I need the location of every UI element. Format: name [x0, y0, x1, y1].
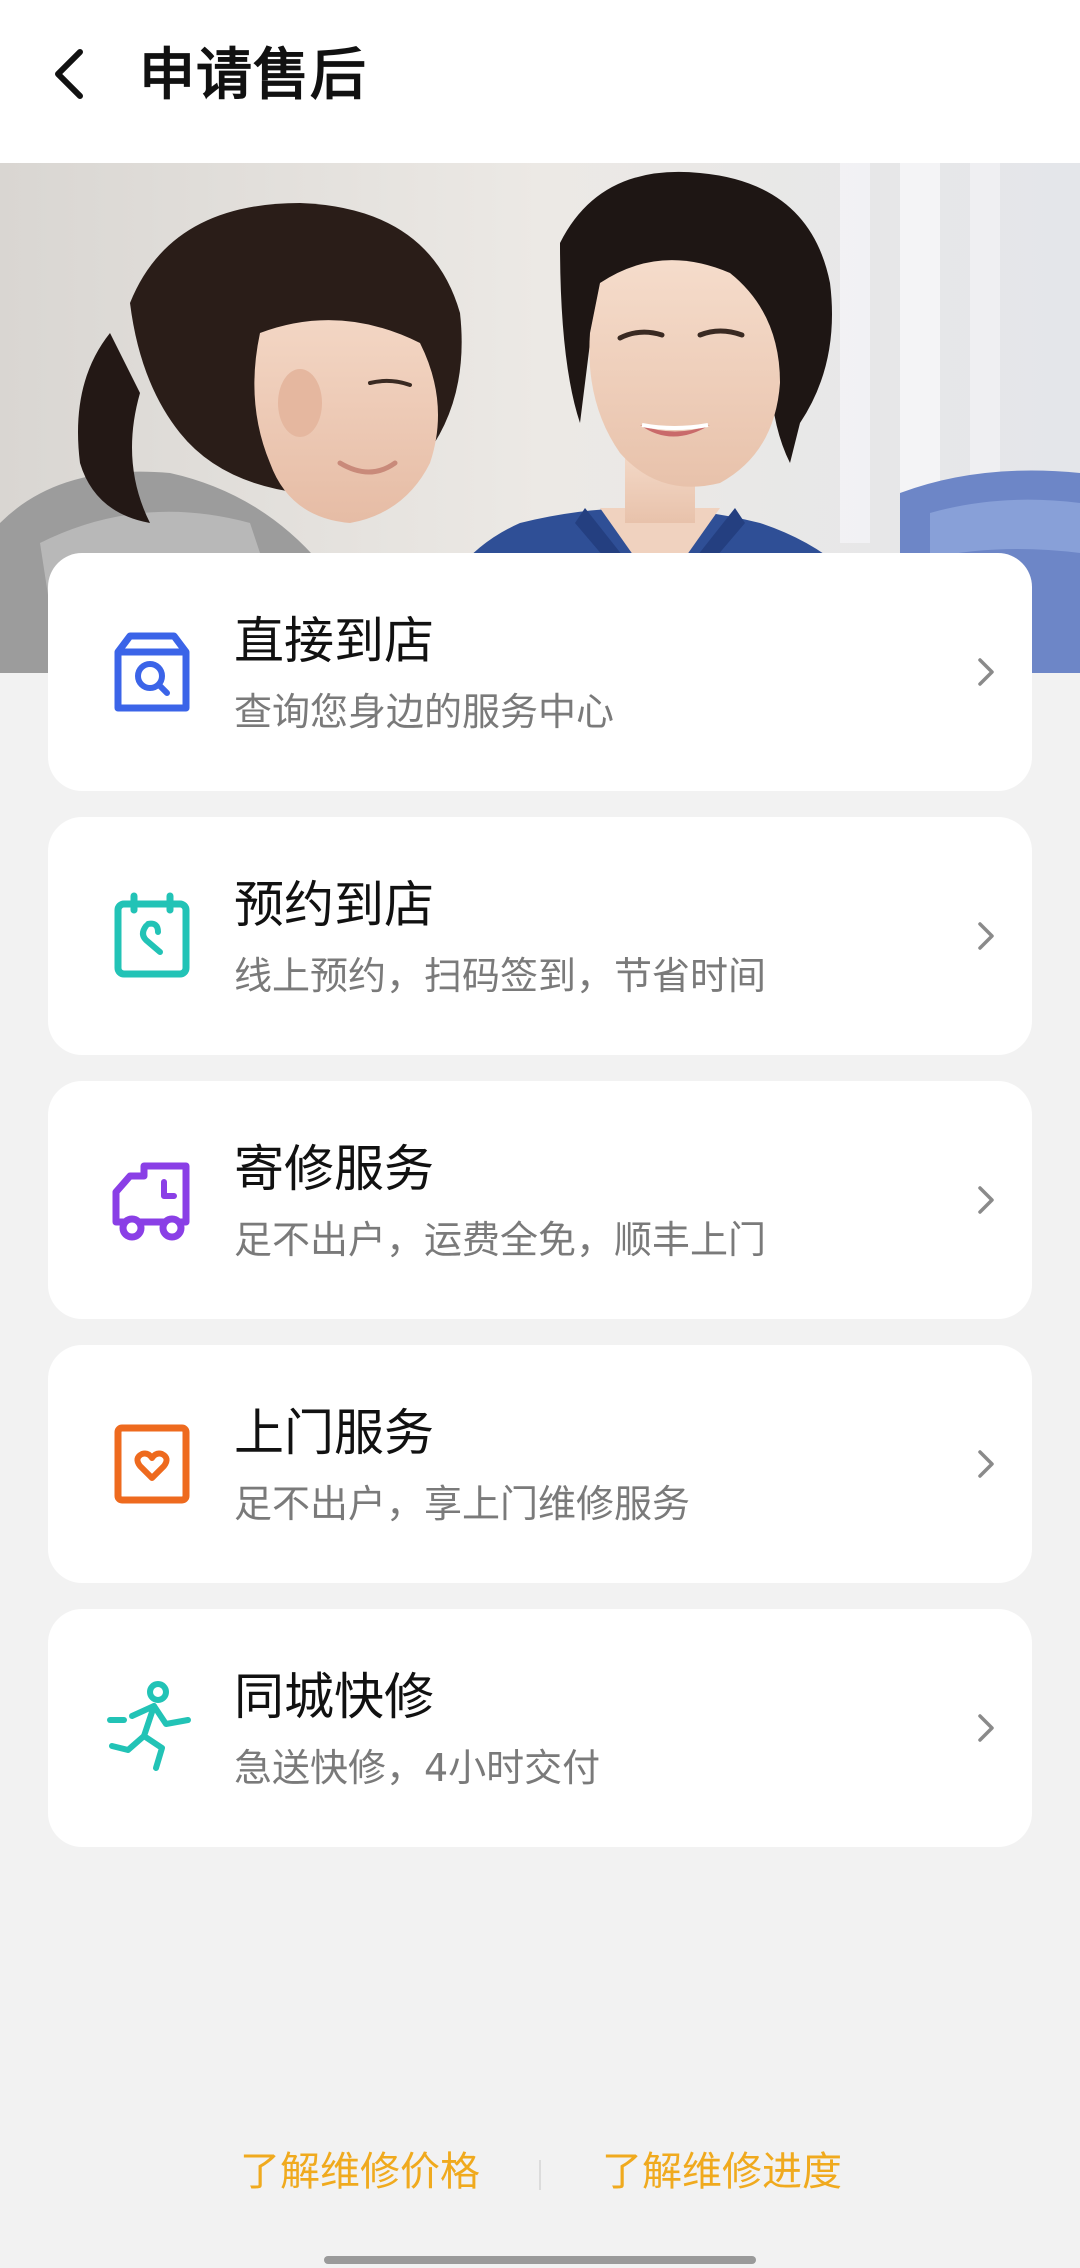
app-header: 申请售后 — [0, 0, 1080, 163]
home-heart-icon — [102, 1414, 202, 1514]
footer-divider — [539, 2160, 541, 2190]
service-card-home-visit[interactable]: 上门服务 足不出户，享上门维修服务 — [48, 1345, 1032, 1583]
card-title: 同城快修 — [234, 1668, 434, 1726]
home-indicator[interactable] — [324, 2256, 756, 2264]
card-title: 预约到店 — [234, 876, 434, 934]
chevron-left-icon — [50, 46, 90, 106]
chevron-right-icon — [968, 1446, 1004, 1482]
delivery-truck-icon — [102, 1150, 202, 1250]
footer-links: 了解维修价格 了解维修进度 — [0, 2140, 1080, 2210]
card-subtitle: 足不出户，运费全免，顺丰上门 — [234, 1218, 767, 1262]
card-title: 上门服务 — [234, 1404, 434, 1462]
service-card-walk-in[interactable]: 直接到店 查询您身边的服务中心 — [48, 553, 1032, 791]
service-card-mail-in[interactable]: 寄修服务 足不出户，运费全免，顺丰上门 — [48, 1081, 1032, 1319]
repair-progress-link[interactable]: 了解维修进度 — [602, 2140, 842, 2204]
page: 申请售后 直接到店 查询您身边的服务中心 预约到店 线上预约，扫码签到，节省时间… — [0, 0, 1080, 2268]
card-subtitle: 足不出户，享上门维修服务 — [234, 1482, 691, 1526]
service-card-appointment[interactable]: 预约到店 线上预约，扫码签到，节省时间 — [48, 817, 1032, 1055]
card-subtitle: 线上预约，扫码签到，节省时间 — [234, 954, 767, 998]
chevron-right-icon — [968, 654, 1004, 690]
page-title: 申请售后 — [139, 43, 367, 108]
card-title: 直接到店 — [234, 612, 434, 670]
service-card-express-repair[interactable]: 同城快修 急送快修，4小时交付 — [48, 1609, 1032, 1847]
chevron-right-icon — [968, 1182, 1004, 1218]
back-button[interactable] — [30, 36, 110, 116]
chevron-right-icon — [968, 918, 1004, 954]
card-subtitle: 急送快修，4小时交付 — [234, 1746, 601, 1790]
store-search-icon — [102, 622, 202, 722]
repair-price-link[interactable]: 了解维修价格 — [240, 2140, 480, 2204]
card-title: 寄修服务 — [234, 1140, 434, 1198]
chevron-right-icon — [968, 1710, 1004, 1746]
running-person-icon — [102, 1678, 202, 1778]
calendar-wrench-icon — [102, 886, 202, 986]
card-subtitle: 查询您身边的服务中心 — [234, 690, 615, 734]
